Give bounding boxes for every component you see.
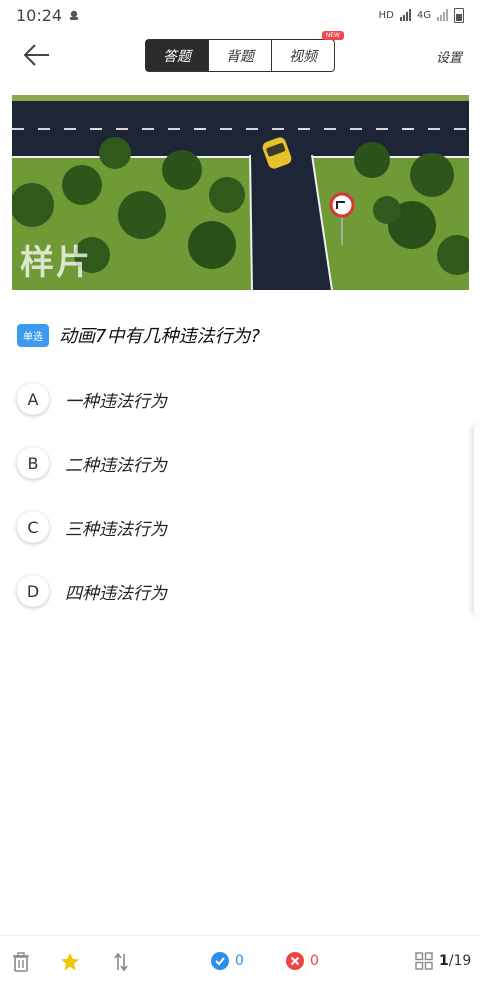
app-notification-icon bbox=[70, 10, 79, 20]
battery-icon bbox=[454, 7, 464, 23]
sort-button[interactable] bbox=[112, 952, 130, 972]
tab-video[interactable]: 视频 NEW bbox=[272, 31, 344, 71]
side-drawer-handle[interactable] bbox=[474, 425, 480, 615]
trash-icon bbox=[13, 952, 29, 972]
status-time: 10:24 bbox=[16, 5, 63, 25]
grid-icon bbox=[415, 952, 433, 970]
option-letter: D bbox=[17, 575, 49, 607]
hd-indicator: HD bbox=[378, 9, 394, 21]
top-nav: 答题 背题 视频 NEW 设置 bbox=[0, 31, 480, 80]
option-a[interactable]: A 一种违法行为 bbox=[17, 383, 167, 415]
signal-icon-2 bbox=[437, 9, 448, 21]
correct-count: 0 bbox=[235, 953, 244, 969]
question-type-tag: 单选 bbox=[17, 323, 49, 347]
check-circle-icon bbox=[211, 952, 229, 970]
wrong-counter: 0 bbox=[286, 952, 319, 970]
option-text: 三种违法行为 bbox=[65, 519, 167, 540]
correct-counter: 0 bbox=[211, 952, 244, 970]
wrong-count: 0 bbox=[310, 953, 319, 969]
option-text: 一种违法行为 bbox=[65, 391, 167, 412]
option-letter: A bbox=[17, 383, 49, 415]
mode-segmented-control: 答题 背题 视频 NEW bbox=[145, 31, 344, 72]
sample-watermark: 样片 bbox=[20, 243, 92, 283]
status-bar: 10:24 HD 4G bbox=[0, 0, 480, 30]
option-letter: C bbox=[17, 511, 49, 543]
option-c[interactable]: C 三种违法行为 bbox=[17, 511, 167, 543]
page-indicator: 1/19 bbox=[439, 953, 472, 969]
settings-button[interactable]: 设置 bbox=[436, 47, 462, 66]
tab-memorize[interactable]: 背题 bbox=[209, 40, 272, 71]
favorite-button[interactable] bbox=[60, 952, 80, 972]
option-d[interactable]: D 四种违法行为 bbox=[17, 575, 167, 607]
x-circle-icon bbox=[286, 952, 304, 970]
option-text: 二种违法行为 bbox=[65, 455, 167, 476]
star-icon bbox=[61, 953, 79, 971]
back-arrow-icon[interactable] bbox=[22, 42, 52, 68]
net-type: 4G bbox=[416, 9, 431, 21]
bottom-toolbar: 0 0 1/19 bbox=[0, 935, 480, 988]
question-text: 动画7中有几种违法行为? bbox=[59, 326, 261, 347]
question-header: 单选 动画7中有几种违法行为? bbox=[17, 322, 260, 348]
tab-answer[interactable]: 答题 bbox=[146, 40, 209, 71]
question-grid-button[interactable]: 1/19 bbox=[415, 952, 471, 970]
delete-button[interactable] bbox=[12, 952, 30, 972]
new-badge: NEW bbox=[321, 31, 344, 40]
swap-vertical-icon bbox=[114, 952, 128, 972]
animation-video[interactable]: 样片 bbox=[12, 95, 469, 290]
option-b[interactable]: B 二种违法行为 bbox=[17, 447, 167, 479]
option-text: 四种违法行为 bbox=[65, 583, 167, 604]
signal-icon bbox=[399, 9, 411, 21]
option-letter: B bbox=[17, 447, 49, 479]
